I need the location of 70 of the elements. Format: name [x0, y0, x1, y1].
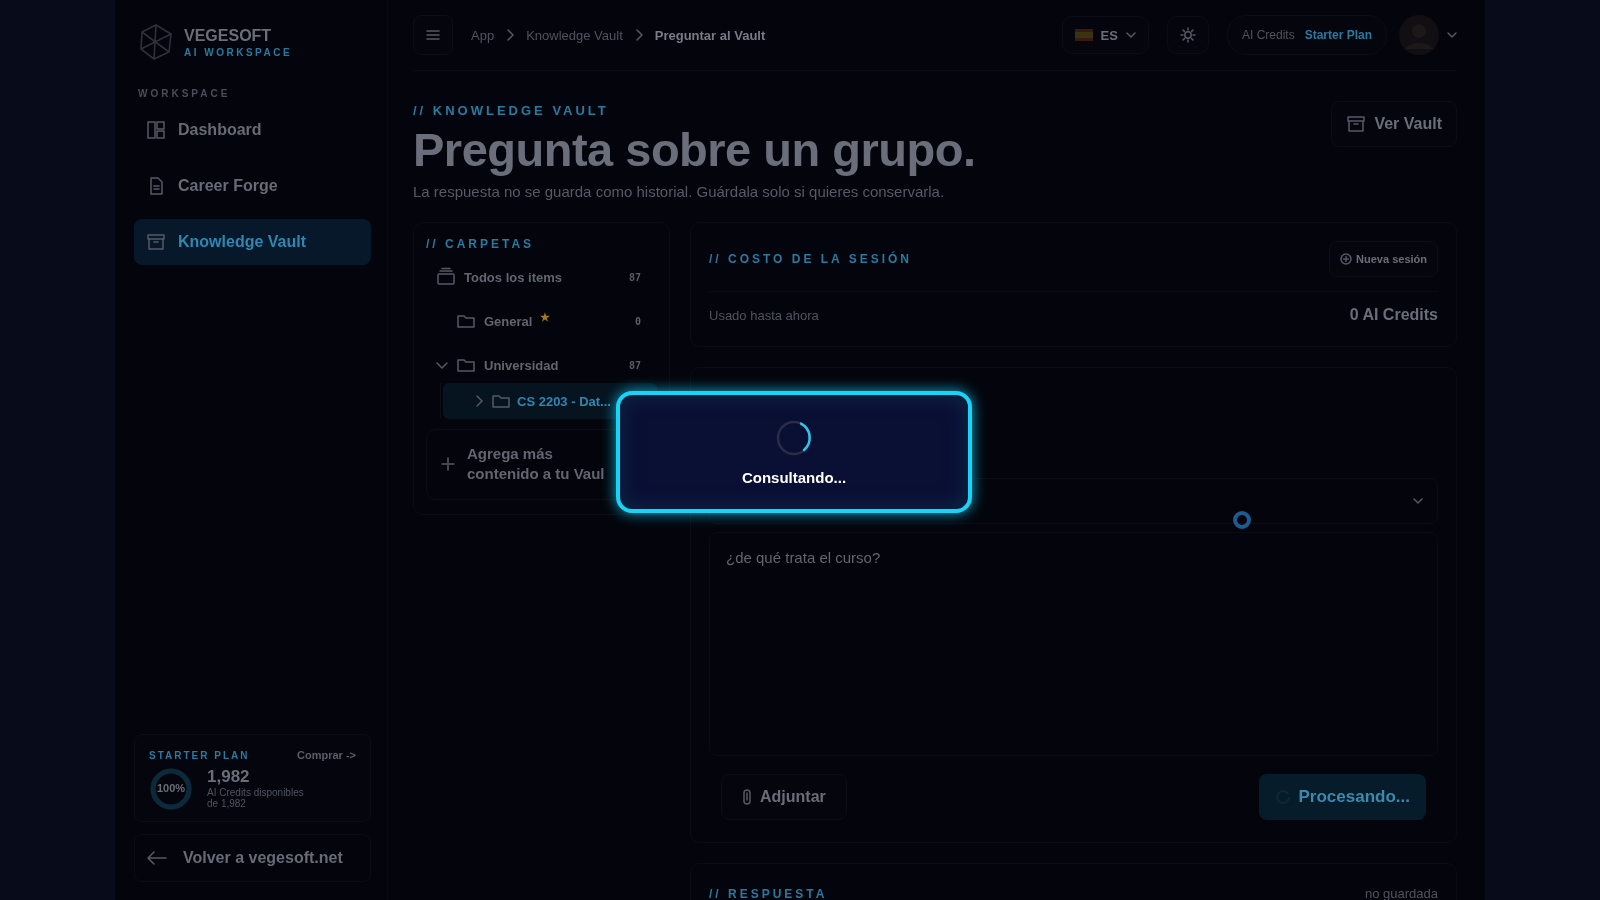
plan-name: Starter Plan [1304, 28, 1372, 42]
percent-label: 100% [155, 782, 187, 794]
folder-name: Todos los items [464, 269, 562, 285]
paperclip-icon [742, 789, 752, 805]
submit-button[interactable]: Procesando... [1258, 774, 1426, 820]
dashboard-icon [146, 120, 166, 140]
loading-message: Consultando... [741, 468, 847, 486]
view-vault-button[interactable]: Ver Vault [1331, 101, 1457, 147]
eyebrow-label: // KNOWLEDGE VAULT [413, 103, 610, 118]
breadcrumb-link[interactable]: Knowledge Vault [526, 27, 623, 43]
avatar [1399, 15, 1439, 55]
chevron-down-icon [1413, 498, 1423, 504]
flag-icon [1074, 29, 1093, 41]
usage-value: 0 AI Credits [1349, 306, 1438, 324]
language-selector[interactable]: ES [1061, 16, 1149, 54]
chevron-right-icon [473, 395, 485, 407]
add-content-label: Agrega más contenido a tu Vaul [467, 444, 605, 485]
spinner-icon [775, 418, 813, 457]
arrow-left-icon [147, 851, 167, 865]
brand-tagline: AI WORKSPACE [184, 46, 293, 58]
brand-name: VEGESOFT [184, 26, 273, 45]
page-subtitle: La respuesta no se guarda como historial. Guárdala solo si quieres conservarla. [413, 183, 946, 200]
plan-title: STARTER PLAN [149, 749, 250, 761]
stack-icon [436, 267, 456, 287]
loading-ring-icon [1232, 510, 1252, 530]
plus-icon [441, 457, 455, 472]
panel-title: // CARPETAS [426, 237, 536, 251]
section-label: WORKSPACE [138, 88, 232, 99]
usage-label: Usado hasta ahora [709, 307, 819, 323]
theme-toggle[interactable] [1166, 16, 1209, 54]
item-count: 0 [634, 315, 641, 327]
archive-icon [1346, 114, 1367, 134]
page-title: Pregunta sobre un grupo. [413, 122, 976, 177]
chevron-right-icon [634, 29, 643, 41]
archive-icon [146, 232, 166, 252]
menu-button[interactable] [413, 15, 453, 55]
folder-name: Universidad [484, 357, 559, 373]
buy-link[interactable]: Comprar -> [297, 749, 356, 761]
star-icon: ★ [540, 311, 551, 324]
credits-count: 1,982 [207, 767, 251, 787]
save-status: no guardada [1365, 886, 1438, 900]
item-count: 87 [628, 271, 641, 283]
folder-row[interactable]: Todos los items 87 [426, 259, 657, 295]
chevron-down-icon [1125, 32, 1136, 38]
chevron-right-icon [506, 29, 515, 41]
folder-row[interactable]: Universidad 87 [426, 347, 657, 383]
back-link[interactable]: Volver a vegesoft.net [134, 834, 371, 882]
breadcrumb-link[interactable]: Preguntar al Vault [654, 27, 766, 43]
nav-item[interactable]: Career Forge [134, 163, 371, 209]
plus-circle-icon [1340, 253, 1353, 265]
menu-icon [426, 29, 440, 41]
attach-button[interactable]: Adjuntar [721, 774, 847, 820]
panel-title: // RESPUESTA [709, 886, 828, 900]
chevron-down-icon [1447, 32, 1457, 38]
panel-title: // COSTO DE LA SESIÓN [709, 252, 913, 266]
new-session-button[interactable]: Nueva sesión [1329, 241, 1438, 277]
breadcrumb-link[interactable]: App [471, 27, 495, 43]
sun-icon [1179, 27, 1196, 43]
nav-item[interactable]: Knowledge Vault [134, 219, 371, 265]
credits-label: AI Credits [1241, 28, 1295, 42]
progress-ring [149, 767, 193, 811]
folder-name: CS 2203 - Dat... [517, 393, 611, 409]
chevron-down-icon [436, 359, 448, 371]
credits-caption: AI Credits disponibles [207, 787, 304, 798]
item-count: 87 [628, 359, 641, 371]
folder-row[interactable]: General ★ 0 [426, 303, 657, 339]
folder-name: General [484, 313, 533, 329]
nav-item[interactable]: Dashboard [134, 107, 371, 153]
credits-total: de 1,982 [207, 798, 247, 809]
question-input[interactable]: ¿de qué trata el curso? [709, 532, 1438, 756]
